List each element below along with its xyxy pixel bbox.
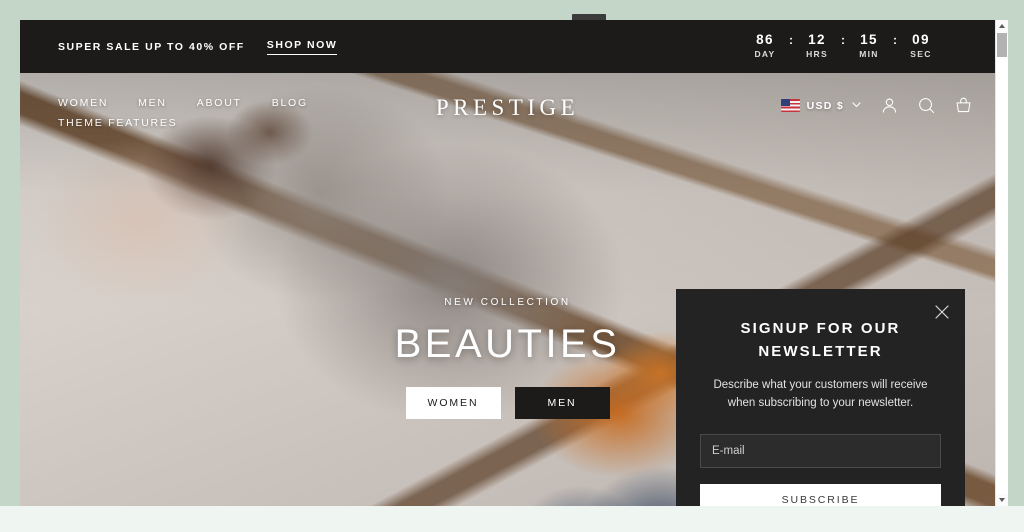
scroll-down-button[interactable] (996, 494, 1008, 506)
web-page: SUPER SALE UP TO 40% OFF SHOP NOW 86 DAY… (20, 20, 995, 506)
countdown-sec-label: SEC (910, 49, 932, 59)
newsletter-description: Describe what your customers will receiv… (713, 379, 928, 409)
account-icon[interactable] (880, 96, 899, 115)
announcement-bar: SUPER SALE UP TO 40% OFF SHOP NOW 86 DAY… (20, 20, 995, 73)
countdown-unit-day: 86 DAY (741, 32, 789, 61)
countdown-min-label: MIN (859, 49, 879, 59)
nav-item-men[interactable]: MEN (138, 97, 167, 109)
scrollbar-thumb[interactable] (997, 33, 1007, 57)
hero-button-women[interactable]: WOMEN (405, 387, 501, 419)
announcement-text: SUPER SALE UP TO 40% OFF (58, 40, 245, 53)
newsletter-email-input[interactable] (700, 434, 941, 468)
countdown-day-label: DAY (754, 49, 776, 59)
us-flag-icon (780, 99, 800, 112)
hero-banner: WOMEN MEN ABOUT BLOG THEME FEATURES PRES… (20, 73, 995, 506)
nav-item-women[interactable]: WOMEN (58, 97, 108, 109)
countdown-min-value: 15 (860, 32, 878, 47)
newsletter-title: SIGNUP FOR OUR NEWSLETTER (740, 320, 901, 360)
countdown-timer: 86 DAY : 12 HRS : 15 MIN : 09 SEC (741, 32, 973, 61)
nav-item-blog[interactable]: BLOG (272, 97, 308, 109)
browser-viewport: SUPER SALE UP TO 40% OFF SHOP NOW 86 DAY… (20, 20, 1008, 506)
scroll-up-button[interactable] (996, 20, 1008, 32)
newsletter-subscribe-button[interactable]: SUBSCRIBE (700, 484, 941, 506)
desktop-background: SUPER SALE UP TO 40% OFF SHOP NOW 86 DAY… (0, 0, 1024, 532)
shop-now-link[interactable]: SHOP NOW (266, 39, 338, 55)
nav-item-theme-features[interactable]: THEME FEATURES (58, 117, 177, 129)
newsletter-popup: SIGNUP FOR OUR NEWSLETTER Describe what … (676, 289, 965, 506)
site-header: WOMEN MEN ABOUT BLOG THEME FEATURES PRES… (20, 73, 995, 143)
main-navigation: WOMEN MEN ABOUT BLOG THEME FEATURES (58, 95, 388, 129)
currency-label: USD $ (806, 99, 844, 112)
search-icon[interactable] (917, 96, 936, 115)
countdown-unit-min: 15 MIN (845, 32, 893, 61)
announcement-left: SUPER SALE UP TO 40% OFF SHOP NOW (58, 39, 338, 55)
header-actions: USD $ (780, 95, 973, 115)
hero-button-men[interactable]: MEN (514, 387, 610, 419)
close-icon[interactable] (933, 303, 951, 321)
countdown-hrs-value: 12 (808, 32, 826, 47)
chevron-down-icon (851, 97, 862, 115)
cart-icon[interactable] (954, 96, 973, 115)
countdown-unit-sec: 09 SEC (897, 32, 945, 61)
nav-item-about[interactable]: ABOUT (197, 97, 242, 109)
lower-background (0, 506, 1024, 532)
countdown-day-value: 86 (756, 32, 774, 47)
countdown-unit-hrs: 12 HRS (793, 32, 841, 61)
page-scrollbar[interactable] (995, 20, 1008, 506)
countdown-hrs-label: HRS (806, 49, 828, 59)
countdown-sec-value: 09 (912, 32, 930, 47)
currency-selector[interactable]: USD $ (780, 97, 862, 115)
